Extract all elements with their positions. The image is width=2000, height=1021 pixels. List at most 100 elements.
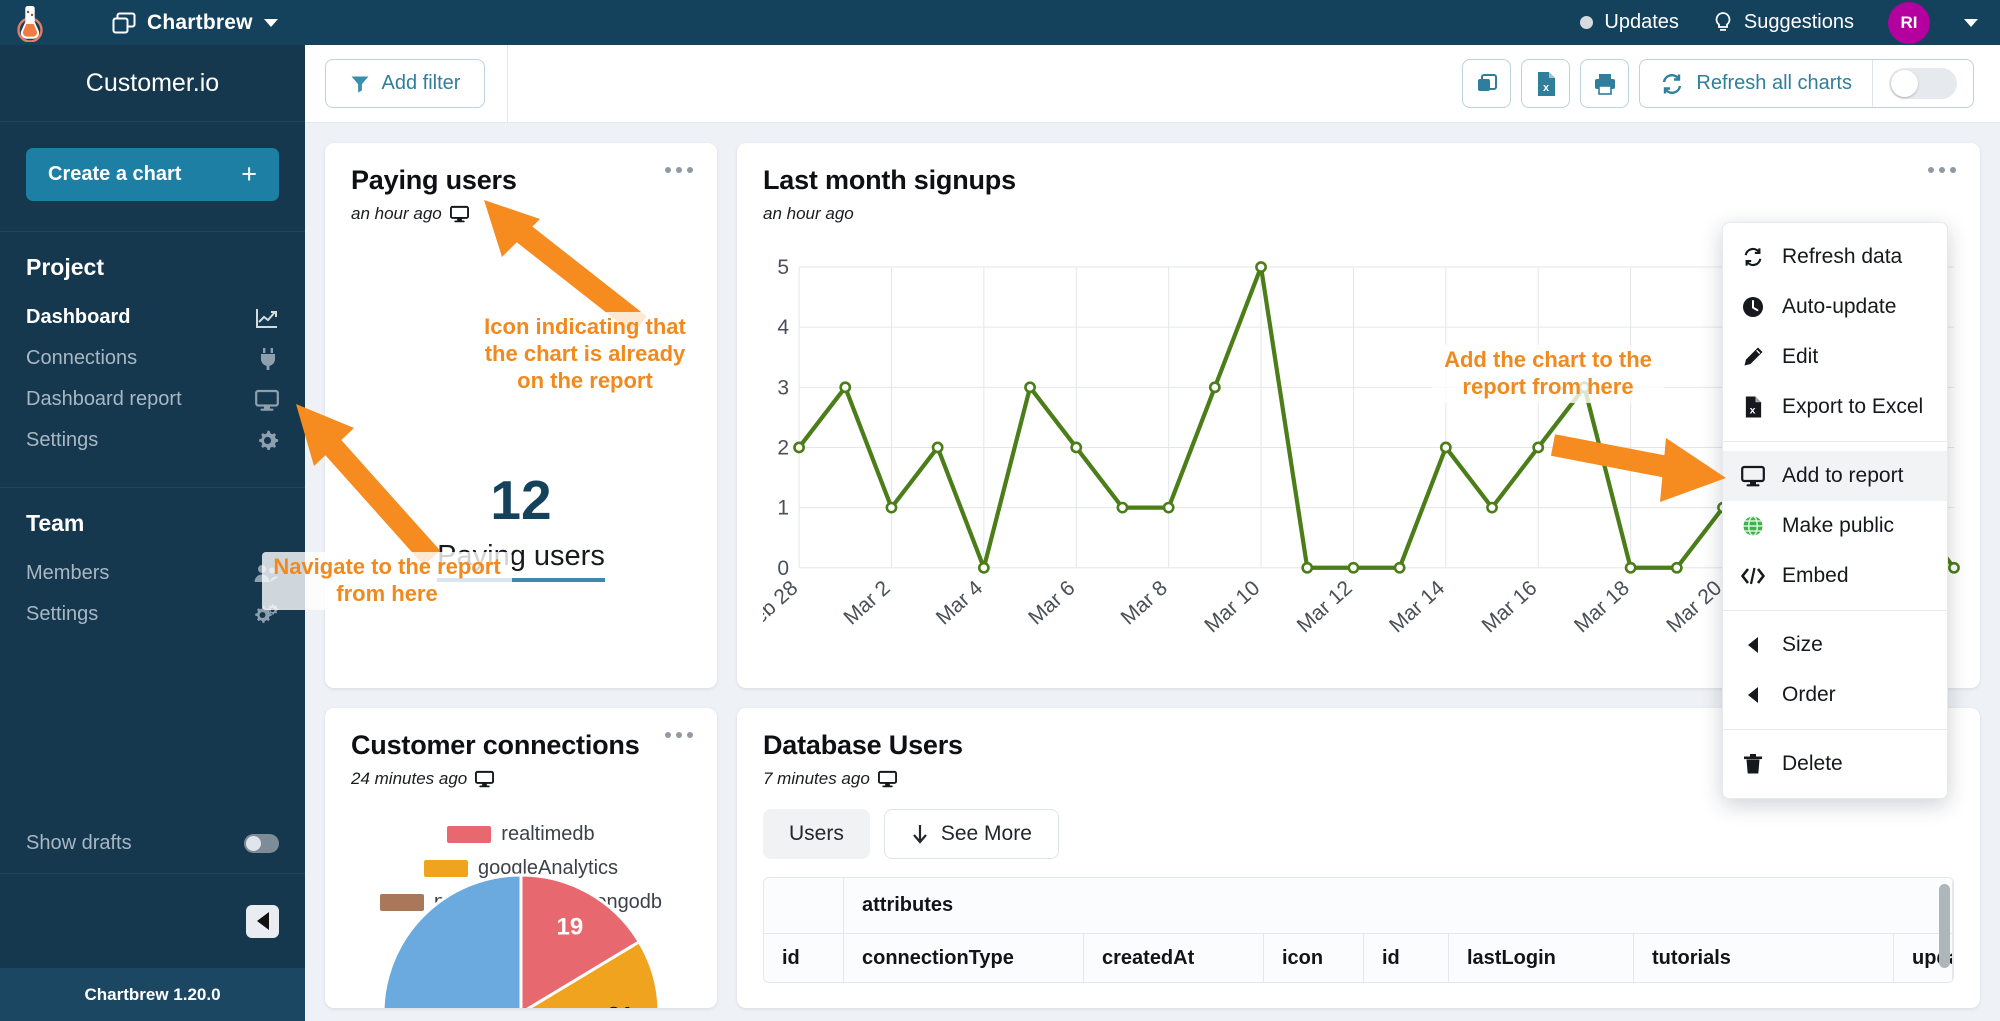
last-updated-label: 7 minutes ago [763, 769, 870, 788]
card-title: Paying users [351, 165, 517, 195]
card-menu-button[interactable] [665, 167, 693, 173]
auto-refresh-toggle-cell[interactable] [1872, 60, 1973, 107]
user-menu-chevron-icon[interactable] [1964, 18, 1978, 27]
auto-refresh-toggle[interactable] [1889, 68, 1957, 99]
users-icon [253, 563, 279, 585]
last-updated-label: an hour ago [351, 204, 442, 223]
svg-text:0: 0 [777, 557, 789, 580]
menu-item-size[interactable]: Size [1723, 620, 1947, 670]
card-menu-button[interactable] [1928, 167, 1956, 173]
menu-item-label: Size [1782, 633, 1823, 656]
card-header: Last month signups an hour ago [737, 143, 1980, 224]
table-col-id[interactable]: id [764, 934, 844, 982]
code-icon [1741, 566, 1765, 586]
pie-slice-value: 21 [607, 1003, 634, 1008]
gears-icon [253, 603, 279, 627]
windows-icon [112, 12, 136, 33]
see-more-button[interactable]: See More [883, 809, 1059, 859]
app-version: Chartbrew 1.20.0 [0, 968, 305, 1021]
table-group-spacer [764, 878, 844, 933]
card-subtitle: an hour ago [351, 204, 691, 224]
collapse-sidebar-button[interactable] [246, 904, 279, 938]
svg-text:x: x [1543, 82, 1550, 94]
kpi-label: Paying users [437, 540, 605, 582]
sidebar-project-heading: Project [26, 254, 104, 280]
pencil-icon [1741, 346, 1765, 368]
legend-label: realtimedb [501, 823, 595, 845]
sidebar-item-label: Connections [26, 347, 138, 369]
sidebar-item-label: Members [26, 562, 110, 584]
table-col-connectiontype[interactable]: connectionType [844, 934, 1084, 982]
chevron-down-icon[interactable] [263, 18, 278, 27]
export-excel-button[interactable]: x [1521, 59, 1571, 108]
refresh-all-charts-button[interactable]: Refresh all charts [1640, 60, 1872, 107]
globe-icon [1741, 515, 1765, 537]
chartbrew-logo[interactable] [0, 4, 60, 42]
pie-chart-svg: 1921 [381, 873, 661, 1008]
last-updated-label: 24 minutes ago [351, 769, 468, 788]
menu-item-edit[interactable]: Edit [1723, 332, 1947, 382]
legend-item[interactable]: realtimedb [447, 823, 595, 846]
create-chart-button[interactable]: Create a chart + [26, 148, 279, 201]
svg-text:Mar 14: Mar 14 [1385, 576, 1449, 637]
menu-item-embed[interactable]: Embed [1723, 551, 1947, 601]
monitor-icon [449, 205, 469, 223]
add-filter-label: Add filter [381, 72, 461, 94]
top-bar-actions: Updates Suggestions RI [1580, 1, 2000, 44]
show-drafts-toggle[interactable] [244, 834, 279, 853]
duplicate-button[interactable] [1462, 59, 1512, 108]
table-col-lastlogin[interactable]: lastLogin [1449, 934, 1634, 982]
menu-item-label: Make public [1782, 514, 1895, 537]
table-col-tutorials[interactable]: tutorials [1634, 934, 1894, 982]
menu-item-add-to-report[interactable]: Add to report [1723, 451, 1947, 501]
card-subtitle: an hour ago [763, 204, 1954, 224]
legend-row: realtimedb [345, 823, 697, 846]
menu-item-make-public[interactable]: Make public [1723, 501, 1947, 551]
tab-users[interactable]: Users [763, 809, 870, 859]
avatar[interactable]: RI [1888, 1, 1930, 44]
menu-item-label: Embed [1782, 564, 1849, 587]
refresh-icon [1663, 73, 1682, 94]
table-col-id-2[interactable]: id [1364, 934, 1449, 982]
table-vertical-scrollbar[interactable] [1939, 884, 1950, 968]
table-group-header-row: attributes [764, 878, 1953, 934]
print-button[interactable] [1580, 59, 1630, 108]
sidebar-item-team-settings[interactable]: Settings [26, 594, 279, 635]
card-subtitle: 24 minutes ago [351, 769, 691, 789]
add-filter-button[interactable]: Add filter [325, 59, 485, 108]
menu-item-auto-update[interactable]: Auto-update [1723, 282, 1947, 332]
sidebar-item-dashboard-report[interactable]: Dashboard report [26, 379, 279, 420]
suggestions-button[interactable]: Suggestions [1713, 11, 1854, 35]
toolbar-divider [507, 45, 508, 123]
table-group-attributes: attributes [844, 878, 1953, 933]
menu-item-refresh-data[interactable]: Refresh data [1723, 232, 1947, 282]
arrow-down-icon [913, 825, 927, 844]
menu-item-label: Refresh data [1782, 245, 1903, 268]
show-drafts-label: Show drafts [26, 832, 132, 854]
menu-item-export-excel[interactable]: x Export to Excel [1723, 382, 1947, 432]
project-selector[interactable]: Chartbrew [112, 11, 278, 35]
sidebar-item-members[interactable]: Members [26, 553, 279, 594]
sidebar-item-settings[interactable]: Settings [26, 420, 279, 461]
kpi-block: 12 Paying users [325, 473, 717, 582]
svg-text:Mar 20: Mar 20 [1662, 576, 1726, 637]
svg-text:4: 4 [777, 316, 789, 339]
pie-slice[interactable] [381, 873, 523, 1008]
excel-icon: x [1537, 71, 1555, 96]
menu-item-order[interactable]: Order [1723, 670, 1947, 720]
card-header: Paying users an hour ago [325, 143, 717, 224]
svg-text:5: 5 [777, 256, 789, 279]
card-title: Customer connections [351, 730, 640, 760]
lightbulb-icon [1715, 11, 1731, 31]
menu-item-delete[interactable]: Delete [1723, 739, 1947, 789]
card-menu-button[interactable] [665, 732, 693, 738]
chart-context-menu: Refresh data Auto-update Edit x Export t… [1722, 222, 1948, 799]
table-col-createdat[interactable]: createdAt [1084, 934, 1264, 982]
updates-button[interactable]: Updates [1580, 11, 1679, 34]
svg-text:Mar 10: Mar 10 [1200, 576, 1264, 637]
show-drafts-row[interactable]: Show drafts [0, 814, 305, 874]
table-col-icon[interactable]: icon [1264, 934, 1364, 982]
svg-text:Mar 16: Mar 16 [1478, 576, 1542, 637]
sidebar-item-dashboard[interactable]: Dashboard [26, 297, 279, 338]
sidebar-item-connections[interactable]: Connections [26, 338, 279, 379]
